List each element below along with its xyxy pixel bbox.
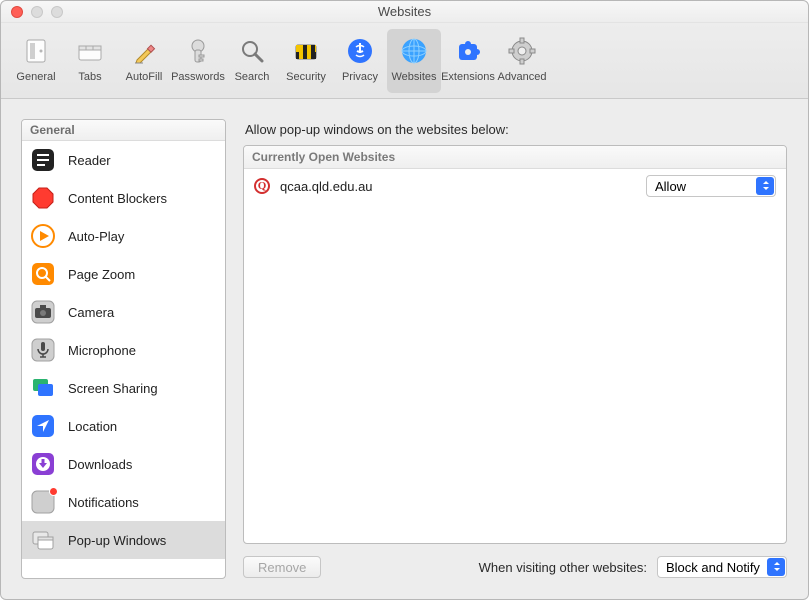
toolbar-autofill[interactable]: AutoFill <box>117 29 171 93</box>
toolbar-label: General <box>16 71 55 83</box>
tabs-icon <box>72 33 108 69</box>
site-domain: qcaa.qld.edu.au <box>280 179 636 194</box>
privacy-icon <box>342 33 378 69</box>
reader-icon <box>30 147 56 173</box>
toolbar-label: Passwords <box>171 71 225 83</box>
toolbar-label: AutoFill <box>126 71 163 83</box>
sidebar-item-screen-sharing[interactable]: Screen Sharing <box>22 369 225 407</box>
zoom-icon <box>30 261 56 287</box>
sidebar-item-downloads[interactable]: Downloads <box>22 445 225 483</box>
toolbar-label: Tabs <box>78 71 101 83</box>
sidebar-item-notifications[interactable]: Notifications <box>22 483 225 521</box>
sidebar-item-label: Content Blockers <box>68 191 167 206</box>
sidebar-item-microphone[interactable]: Microphone <box>22 331 225 369</box>
sidebar-item-label: Auto-Play <box>68 229 124 244</box>
screens-icon <box>30 375 56 401</box>
security-icon <box>288 33 324 69</box>
sidebar: General Reader Content Blockers Auto-Pla… <box>21 119 226 579</box>
search-icon <box>234 33 270 69</box>
toolbar-privacy[interactable]: Privacy <box>333 29 387 93</box>
toolbar-label: Search <box>235 71 270 83</box>
toolbar-websites[interactable]: Websites <box>387 29 441 93</box>
panel-footer: Remove When visiting other websites: Blo… <box>243 556 787 578</box>
sidebar-item-content-blockers[interactable]: Content Blockers <box>22 179 225 217</box>
remove-button[interactable]: Remove <box>243 556 321 578</box>
advanced-icon <box>504 33 540 69</box>
footer-label: When visiting other websites: <box>479 560 647 575</box>
sidebar-heading: General <box>22 120 225 141</box>
microphone-icon <box>30 337 56 363</box>
traffic-lights <box>11 6 63 18</box>
general-icon <box>18 33 54 69</box>
toolbar-label: Advanced <box>498 71 547 83</box>
notifications-icon <box>30 489 56 515</box>
window-title: Websites <box>1 4 808 19</box>
autofill-icon <box>126 33 162 69</box>
sidebar-item-label: Location <box>68 419 117 434</box>
sidebar-item-popup-windows[interactable]: Pop-up Windows <box>22 521 225 559</box>
sidebar-item-label: Downloads <box>68 457 132 472</box>
toolbar-general[interactable]: General <box>9 29 63 93</box>
passwords-icon <box>180 33 216 69</box>
badge-dot-icon <box>49 487 58 496</box>
minimize-window-button[interactable] <box>31 6 43 18</box>
toolbar-label: Extensions <box>441 71 495 83</box>
preferences-window: Websites General Tabs AutoFill Passwor <box>0 0 809 600</box>
downloads-icon <box>30 451 56 477</box>
toolbar-label: Privacy <box>342 71 378 83</box>
toolbar-label: Security <box>286 71 326 83</box>
sidebar-item-camera[interactable]: Camera <box>22 293 225 331</box>
stop-icon <box>30 185 56 211</box>
sidebar-item-auto-play[interactable]: Auto-Play <box>22 217 225 255</box>
sidebar-item-label: Screen Sharing <box>68 381 158 396</box>
preferences-toolbar: General Tabs AutoFill Passwords Search <box>1 23 808 99</box>
website-row[interactable]: Q qcaa.qld.edu.au Allow <box>244 169 786 203</box>
titlebar: Websites <box>1 1 808 23</box>
sidebar-item-label: Camera <box>68 305 114 320</box>
websites-panel: Currently Open Websites Q qcaa.qld.edu.a… <box>243 145 787 544</box>
sidebar-item-page-zoom[interactable]: Page Zoom <box>22 255 225 293</box>
play-icon <box>30 223 56 249</box>
sidebar-item-location[interactable]: Location <box>22 407 225 445</box>
sidebar-item-label: Pop-up Windows <box>68 533 166 548</box>
sidebar-list: Reader Content Blockers Auto-Play Page Z… <box>22 141 225 578</box>
toolbar-tabs[interactable]: Tabs <box>63 29 117 93</box>
toolbar-advanced[interactable]: Advanced <box>495 29 549 93</box>
toolbar-security[interactable]: Security <box>279 29 333 93</box>
panel-section-label: Currently Open Websites <box>244 146 786 169</box>
camera-icon <box>30 299 56 325</box>
site-permission-select-wrap: Allow <box>646 175 776 197</box>
toolbar-extensions[interactable]: Extensions <box>441 29 495 93</box>
toolbar-passwords[interactable]: Passwords <box>171 29 225 93</box>
location-icon <box>30 413 56 439</box>
default-permission-select[interactable]: Block and Notify <box>657 556 787 578</box>
site-permission-select[interactable]: Allow <box>646 175 776 197</box>
sidebar-item-label: Reader <box>68 153 111 168</box>
websites-icon <box>396 33 432 69</box>
toolbar-search[interactable]: Search <box>225 29 279 93</box>
extensions-icon <box>450 33 486 69</box>
sidebar-item-label: Notifications <box>68 495 139 510</box>
window-body: General Reader Content Blockers Auto-Pla… <box>1 99 808 599</box>
main-heading: Allow pop-up windows on the websites bel… <box>245 122 787 137</box>
sidebar-item-label: Page Zoom <box>68 267 135 282</box>
close-window-button[interactable] <box>11 6 23 18</box>
site-favicon-icon: Q <box>254 178 270 194</box>
zoom-window-button[interactable] <box>51 6 63 18</box>
sidebar-item-reader[interactable]: Reader <box>22 141 225 179</box>
toolbar-label: Websites <box>391 71 436 83</box>
main-panel: Allow pop-up windows on the websites bel… <box>242 119 788 579</box>
popup-icon <box>30 527 56 553</box>
sidebar-item-label: Microphone <box>68 343 136 358</box>
default-permission-select-wrap: Block and Notify <box>657 556 787 578</box>
